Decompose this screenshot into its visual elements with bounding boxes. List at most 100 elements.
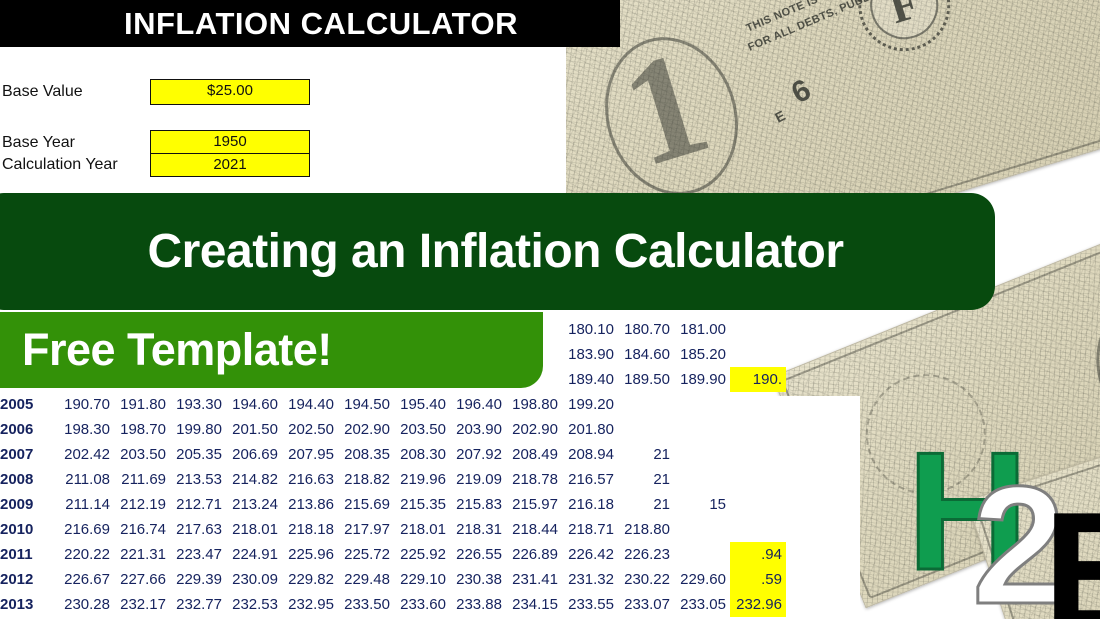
bill-plate-letter: E <box>772 106 789 126</box>
table-cell: 218.01 <box>232 521 278 538</box>
table-cell: 198.30 <box>64 421 110 438</box>
table-cell: 226.89 <box>512 546 558 563</box>
table-cell: 207.95 <box>288 446 334 463</box>
table-cell: 218.80 <box>624 521 670 538</box>
table-cell: 194.60 <box>232 396 278 413</box>
table-cell: 219.09 <box>456 471 502 488</box>
table-cell: 218.18 <box>288 521 334 538</box>
bill-legal-text: THIS NOTE IS LEGAL TENDER <box>744 0 906 35</box>
bill-legal-text-2: FOR ALL DEBTS, PUBLIC AND PRIVATE <box>746 0 957 54</box>
table-cell: 216.57 <box>568 471 614 488</box>
table-cell: 185.20 <box>680 346 726 363</box>
table-cell: 190. <box>730 367 786 392</box>
table-cell: 216.74 <box>120 521 166 538</box>
base-year-input[interactable]: 1950 <box>150 130 310 154</box>
table-cell: 191.80 <box>120 396 166 413</box>
table-cell: 230.09 <box>232 571 278 588</box>
table-cell: 213.24 <box>232 496 278 513</box>
table-cell: 202.50 <box>288 421 334 438</box>
table-cell: 190.70 <box>64 396 110 413</box>
bill-district-number: 6 <box>786 72 817 111</box>
table-cell: 218.82 <box>344 471 390 488</box>
table-cell: 21 <box>653 471 670 488</box>
banner-subline-text: Free Template! <box>22 324 332 375</box>
base-year-label: Base Year <box>2 134 75 151</box>
table-cell: 233.50 <box>344 596 390 613</box>
table-cell: 224.91 <box>232 546 278 563</box>
table-cell: 216.69 <box>64 521 110 538</box>
table-cell: 232.96 <box>730 592 786 617</box>
screenshot-canvas: THIS NOTE IS LEGAL TENDER FOR ALL DEBTS,… <box>0 0 1100 619</box>
table-cell: 203.90 <box>456 421 502 438</box>
logo-letter-e: E <box>1043 477 1100 619</box>
table-row-year: 2009 <box>0 496 34 513</box>
table-cell: 21 <box>653 496 670 513</box>
table-cell: 193.30 <box>176 396 222 413</box>
table-cell: 208.35 <box>344 446 390 463</box>
table-cell: 198.70 <box>120 421 166 438</box>
table-cell: 218.01 <box>400 521 446 538</box>
table-cell: 226.67 <box>64 571 110 588</box>
table-cell: 181.00 <box>680 321 726 338</box>
input-panel: Base Value $25.00 Base Year 1950 Calcula… <box>0 47 560 187</box>
table-row-year: 2010 <box>0 521 34 538</box>
table-cell: 225.96 <box>288 546 334 563</box>
table-cell: 223.47 <box>176 546 222 563</box>
table-cell: 232.17 <box>120 596 166 613</box>
table-cell: 220.22 <box>64 546 110 563</box>
table-cell: 225.72 <box>344 546 390 563</box>
table-cell: 206.69 <box>232 446 278 463</box>
table-cell: 195.40 <box>400 396 446 413</box>
table-cell: 194.40 <box>288 396 334 413</box>
page-title: INFLATION CALCULATOR <box>123 6 518 41</box>
table-cell: 215.97 <box>512 496 558 513</box>
table-cell: 229.48 <box>344 571 390 588</box>
table-cell: 226.23 <box>624 546 670 563</box>
table-cell: 184.60 <box>624 346 670 363</box>
table-cell: 196.40 <box>456 396 502 413</box>
table-cell: 211.69 <box>121 471 166 488</box>
table-cell: 233.88 <box>456 596 502 613</box>
table-cell: 215.83 <box>456 496 502 513</box>
table-cell: 183.90 <box>568 346 614 363</box>
table-cell: 218.78 <box>512 471 558 488</box>
table-cell: 230.28 <box>64 596 110 613</box>
app-title-bar: INFLATION CALCULATOR <box>0 0 620 47</box>
banner-headline: Creating an Inflation Calculator <box>0 193 995 310</box>
base-value-input[interactable]: $25.00 <box>150 79 310 105</box>
table-cell: 215.69 <box>344 496 390 513</box>
bill-denomination: 1 <box>605 19 722 199</box>
table-row-year: 2008 <box>0 471 34 488</box>
table-cell: 229.39 <box>176 571 222 588</box>
table-cell: 232.95 <box>288 596 334 613</box>
table-cell: 189.90 <box>680 371 726 388</box>
table-cell: 212.19 <box>120 496 166 513</box>
table-cell: 218.31 <box>456 521 502 538</box>
table-cell: 208.30 <box>400 446 446 463</box>
table-row-year: 2013 <box>0 596 34 613</box>
table-cell: 203.50 <box>400 421 446 438</box>
table-cell: 233.55 <box>568 596 614 613</box>
table-cell: 199.20 <box>568 396 614 413</box>
table-cell: 213.86 <box>288 496 334 513</box>
table-cell: 180.10 <box>568 321 614 338</box>
table-cell: 214.82 <box>232 471 278 488</box>
table-cell: 225.92 <box>400 546 446 563</box>
table-cell: 21 <box>653 446 670 463</box>
table-cell: 205.35 <box>176 446 222 463</box>
table-cell: 226.55 <box>456 546 502 563</box>
table-cell: 215.35 <box>400 496 446 513</box>
table-cell: 213.53 <box>176 471 222 488</box>
table-cell: 233.60 <box>400 596 446 613</box>
table-row-year: 2007 <box>0 446 34 463</box>
banner-subline: Free Template! <box>0 312 543 388</box>
table-cell: 218.44 <box>512 521 558 538</box>
table-cell: 216.18 <box>568 496 614 513</box>
table-cell: 189.50 <box>624 371 670 388</box>
table-cell: 199.80 <box>176 421 222 438</box>
table-cell: .59 <box>730 567 786 592</box>
table-row: 2005 190.70 191.80 193.30 194.60 194.40 194.50… <box>0 392 1100 417</box>
table-cell: 230.38 <box>456 571 502 588</box>
table-cell: 221.31 <box>120 546 166 563</box>
calculation-year-input[interactable]: 2021 <box>150 153 310 177</box>
